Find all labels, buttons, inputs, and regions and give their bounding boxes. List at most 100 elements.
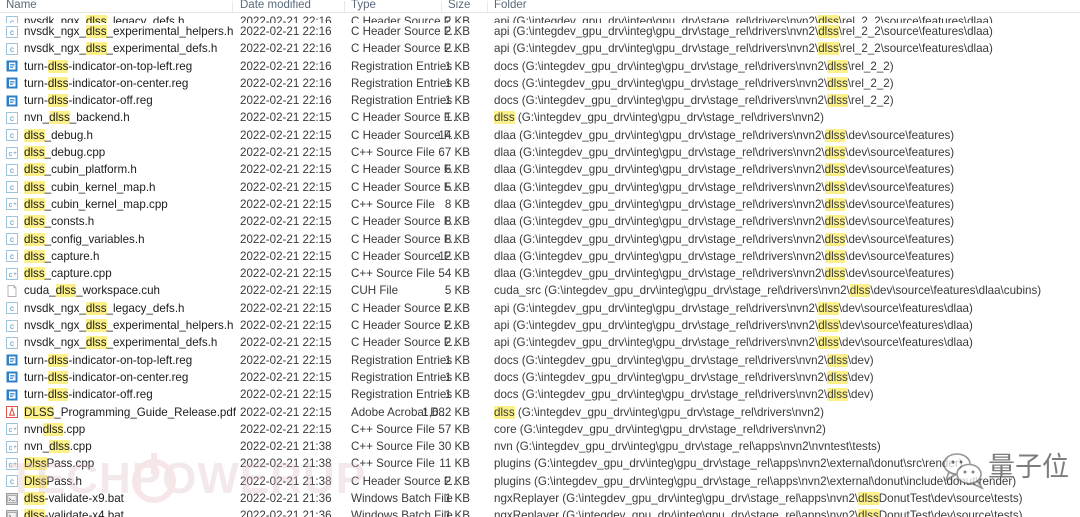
search-term-highlight: dlss — [47, 59, 69, 73]
file-row[interactable]: c dlss_cubin_platform.h 2022-02-21 22:15 C … — [0, 161, 1080, 178]
search-term-highlight: dlss — [827, 388, 848, 402]
file-row[interactable]: c nvsdk_ngx_dlss_experimental_defs.h 2022-… — [0, 40, 1080, 57]
file-name-cell[interactable]: nvndlss.cpp — [24, 421, 236, 438]
file-row[interactable]: DLSS_Programming_Guide_Release.pdf 2022-0… — [0, 404, 1080, 421]
column-header-name[interactable]: Name — [6, 0, 37, 12]
file-folder-cell: dlaa (G:\integdev_gpu_drv\integ\gpu_drv\… — [494, 180, 955, 194]
svg-text:c: c — [10, 235, 14, 244]
file-name-cell[interactable]: dlss_capture.h — [24, 248, 236, 265]
file-name-cell[interactable]: dlss_cubin_kernel_map.cpp — [24, 196, 236, 213]
file-size-cell: 8 KB — [444, 197, 470, 211]
file-folder-cell: docs (G:\integdev_gpu_drv\integ\gpu_drv\… — [494, 59, 894, 73]
column-header-size[interactable]: Size — [448, 0, 470, 12]
file-name-cell[interactable]: DLSS_Programming_Guide_Release.pdf — [24, 404, 236, 421]
file-name-cell[interactable]: turn-dlss-indicator-on-top-left.reg — [24, 352, 236, 369]
file-row[interactable]: c + nvn_dlss.cpp 2022-02-21 21:38 C++ Source… — [0, 438, 1080, 455]
file-name-cell[interactable]: turn-dlss-indicator-on-center.reg — [24, 75, 236, 92]
file-date-cell: 2022-02-21 22:15 — [240, 284, 332, 298]
column-header-date-modified[interactable]: Date modified — [240, 0, 311, 12]
file-row[interactable]: turn-dlss-indicator-on-top-left.reg 2022-… — [0, 352, 1080, 369]
file-row[interactable]: c nvsdk_ngx_dlss_experimental_defs.h 2022-… — [0, 334, 1080, 351]
file-row[interactable]: c + nvndlss.cpp 2022-02-21 22:15 C++ Source … — [0, 421, 1080, 438]
registry-file-icon — [6, 371, 18, 383]
file-name-cell[interactable]: nvsdk_ngx_dlss_experimental_helpers.h — [24, 23, 236, 40]
file-name-cell[interactable]: nvsdk_ngx_dlss_experimental_defs.h — [24, 40, 236, 57]
file-name-cell[interactable]: dlss_consts.h — [24, 213, 236, 230]
file-size-cell: 11 KB — [439, 457, 470, 471]
file-row[interactable]: c + DlssPass.cpp 2022-02-21 21:38 C++ Source… — [0, 455, 1080, 472]
file-row[interactable]: dlss-validate-x9.bat 2022-02-21 21:36 Wind… — [0, 490, 1080, 507]
file-row[interactable]: c DlssPass.h 2022-02-21 21:38 C Header Sour… — [0, 473, 1080, 490]
file-name-cell[interactable]: turn-dlss-indicator-off.reg — [24, 92, 236, 109]
file-list[interactable]: c nvsdk_ngx_dlss_legacy_defs.h 2022-02-21 … — [0, 13, 1080, 517]
search-term-highlight: dlss — [55, 284, 77, 298]
search-term-highlight: dlss — [494, 405, 515, 419]
file-name-cell[interactable]: dlss_cubin_platform.h — [24, 161, 236, 178]
file-row[interactable]: dlss-validate-x4.bat 2022-02-21 21:36 Wind… — [0, 507, 1080, 517]
search-term-highlight: dlss — [818, 42, 839, 56]
file-folder-cell: api (G:\integdev_gpu_drv\integ\gpu_drv\s… — [494, 13, 1080, 23]
file-name-cell[interactable]: cuda_dlss_workspace.cuh — [24, 282, 236, 299]
file-name-cell[interactable]: dlss_capture.cpp — [24, 265, 236, 282]
search-term-highlight: dlss — [824, 128, 846, 142]
file-name-cell[interactable]: dlss-validate-x9.bat — [24, 490, 236, 507]
file-row[interactable]: turn-dlss-indicator-on-center.reg 2022-02… — [0, 369, 1080, 386]
file-folder-cell: api (G:\integdev_gpu_drv\integ\gpu_drv\s… — [494, 319, 973, 333]
file-date-cell: 2022-02-21 22:15 — [240, 163, 332, 177]
svg-text:c: c — [9, 445, 13, 452]
file-name-cell[interactable]: nvsdk_ngx_dlss_experimental_defs.h — [24, 334, 236, 351]
file-row[interactable]: c + dlss_cubin_kernel_map.cpp 2022-02-21 22… — [0, 196, 1080, 213]
file-folder-cell: docs (G:\integdev_gpu_drv\integ\gpu_drv\… — [494, 94, 894, 108]
file-row[interactable]: cuda_dlss_workspace.cuh 2022-02-21 22:15 C… — [0, 282, 1080, 299]
search-term-highlight: Dlss — [24, 457, 47, 471]
file-row[interactable]: c dlss_consts.h 2022-02-21 22:15 C Header S… — [0, 213, 1080, 230]
svg-text:+: + — [13, 427, 17, 433]
file-folder-cell: docs (G:\integdev_gpu_drv\integ\gpu_drv\… — [494, 76, 894, 90]
file-row[interactable]: c dlss_cubin_kernel_map.h 2022-02-21 22:15… — [0, 179, 1080, 196]
file-row[interactable]: c nvsdk_ngx_dlss_experimental_helpers.h 20… — [0, 317, 1080, 334]
file-row[interactable]: c dlss_capture.h 2022-02-21 22:15 C Header … — [0, 248, 1080, 265]
column-header-type[interactable]: Type — [351, 0, 376, 12]
c-header-file-icon: c — [6, 250, 18, 263]
file-name-cell[interactable]: turn-dlss-indicator-off.reg — [24, 386, 236, 403]
column-divider-date[interactable] — [344, 1, 345, 12]
file-name-cell[interactable]: dlss_debug.h — [24, 127, 236, 144]
file-name-cell[interactable]: nvn_dlss_backend.h — [24, 109, 236, 126]
file-name-cell[interactable]: nvsdk_ngx_dlss_experimental_helpers.h — [24, 317, 236, 334]
search-term-highlight: dlss — [827, 370, 848, 384]
file-row[interactable]: turn-dlss-indicator-on-center.reg 2022-02… — [0, 75, 1080, 92]
file-row[interactable]: c nvsdk_ngx_dlss_legacy_defs.h 2022-02-21 … — [0, 13, 1080, 23]
file-row[interactable]: c nvn_dlss_backend.h 2022-02-21 22:15 C Hea… — [0, 109, 1080, 126]
file-row[interactable]: turn-dlss-indicator-off.reg 2022-02-21 22… — [0, 92, 1080, 109]
search-term-highlight: dlss — [824, 267, 846, 281]
column-divider-size[interactable] — [487, 1, 488, 12]
file-name-cell[interactable]: nvsdk_ngx_dlss_legacy_defs.h — [24, 300, 236, 317]
column-divider-type[interactable] — [441, 1, 442, 12]
column-divider-name[interactable] — [232, 1, 233, 12]
file-row[interactable]: c + dlss_debug.cpp 2022-02-21 22:15 C++ Sour… — [0, 144, 1080, 161]
file-name-cell[interactable]: DlssPass.cpp — [24, 455, 236, 472]
svg-text:c: c — [10, 218, 14, 227]
file-name-cell[interactable]: dlss_config_variables.h — [24, 231, 236, 248]
search-term-highlight: dlss — [24, 215, 45, 229]
file-name-cell[interactable]: nvsdk_ngx_dlss_legacy_defs.h — [24, 13, 236, 23]
file-row[interactable]: c nvsdk_ngx_dlss_legacy_defs.h 2022-02-21 … — [0, 300, 1080, 317]
registry-file-icon — [6, 95, 18, 107]
file-name-cell[interactable]: DlssPass.h — [24, 473, 236, 490]
file-row[interactable]: c dlss_debug.h 2022-02-21 22:15 C Header So… — [0, 127, 1080, 144]
file-row[interactable]: c nvsdk_ngx_dlss_experimental_helpers.h 20… — [0, 23, 1080, 40]
svg-text:c: c — [9, 462, 13, 469]
file-name-cell[interactable]: turn-dlss-indicator-on-center.reg — [24, 369, 236, 386]
file-name-cell[interactable]: dlss_debug.cpp — [24, 144, 236, 161]
file-name-cell[interactable]: dlss-validate-x4.bat — [24, 507, 236, 517]
file-name-cell[interactable]: dlss_cubin_kernel_map.h — [24, 179, 236, 196]
file-name-cell[interactable]: nvn_dlss.cpp — [24, 438, 236, 455]
file-name-cell[interactable]: turn-dlss-indicator-on-top-left.reg — [24, 58, 236, 75]
file-row[interactable]: turn-dlss-indicator-on-top-left.reg 2022-… — [0, 58, 1080, 75]
search-term-highlight: dlss — [827, 353, 848, 367]
column-header-folder[interactable]: Folder — [494, 0, 527, 12]
file-row[interactable]: turn-dlss-indicator-off.reg 2022-02-21 22… — [0, 386, 1080, 403]
file-row[interactable]: c dlss_config_variables.h 2022-02-21 22:15… — [0, 231, 1080, 248]
file-row[interactable]: c + dlss_capture.cpp 2022-02-21 22:15 C++ So… — [0, 265, 1080, 282]
cpp-source-file-icon: c + — [6, 267, 18, 280]
